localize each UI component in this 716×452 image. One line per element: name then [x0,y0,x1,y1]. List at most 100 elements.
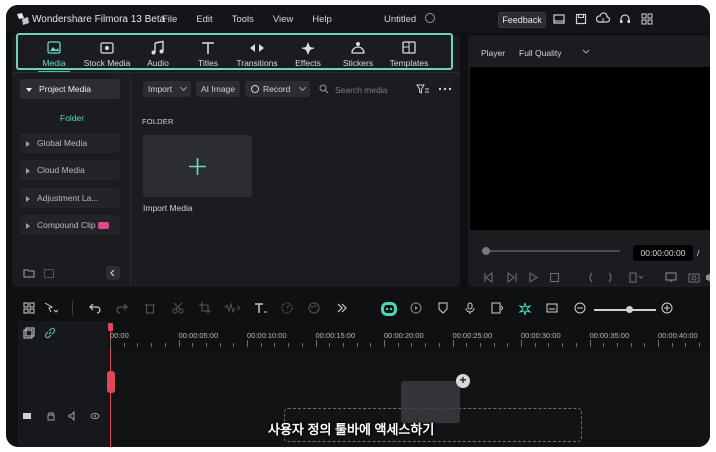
zoom-out-icon[interactable] [574,302,586,314]
new-folder-icon[interactable] [23,267,35,279]
redo-icon[interactable] [116,302,128,314]
speed-icon[interactable] [281,302,293,314]
sidebar-item-compound-clip[interactable]: Compound Clip [20,215,120,235]
layout-icon[interactable] [552,12,566,26]
subtitle-icon[interactable] [546,302,558,314]
audio-stretch-icon[interactable] [224,302,242,314]
import-dropdown[interactable]: Import [143,81,191,97]
menu-file[interactable]: File [162,14,177,25]
ai-mate-button[interactable] [381,302,397,316]
tab-media[interactable]: Media [32,37,76,73]
ruler-tick [425,343,427,347]
cloud-upload-icon[interactable] [596,12,610,26]
menu-help[interactable]: Help [312,14,332,25]
magnet-snap-icon[interactable] [518,302,532,316]
crop-icon[interactable] [199,302,211,314]
tab-templates[interactable]: Templates [384,37,434,70]
volume-icon[interactable] [706,272,710,283]
folder-outline-icon[interactable] [43,267,55,279]
headset-icon[interactable] [618,12,632,26]
track-header-panel [18,321,108,447]
sidebar-item-adjustment-layer[interactable]: Adjustment La... [20,188,120,208]
record-icon [251,85,259,93]
shield-mark-icon[interactable] [437,302,449,314]
stickers-icon [351,42,365,54]
ruler-tick [658,340,659,347]
play-icon[interactable] [528,272,539,283]
save-status-icon[interactable] [425,13,435,23]
panel-divider [12,72,460,73]
track-lock-icon[interactable] [46,411,56,421]
filter-icon[interactable] [416,84,430,94]
sidebar-item-project-media[interactable]: Project Media [20,79,120,99]
link-icon[interactable] [44,327,56,339]
mark-out-icon[interactable] [607,272,615,283]
snapshot-icon[interactable] [688,272,700,283]
scissors-icon[interactable] [172,302,184,314]
caret-down-icon [26,87,32,92]
color-palette-icon[interactable] [308,302,320,314]
zoom-in-icon[interactable] [661,302,673,314]
stock-media-icon [100,42,114,54]
skip-back-icon[interactable] [483,272,494,283]
add-track-icon[interactable] [23,327,35,339]
more-tools-chevron-icon[interactable] [336,302,348,314]
search-input[interactable]: Search media [335,85,387,95]
quality-dropdown[interactable]: Full Quality [519,48,562,58]
tab-stickers[interactable]: Stickers [336,37,380,70]
track-audio-icon[interactable] [68,411,78,421]
feedback-button[interactable]: Feedback [498,12,546,28]
tab-stock-media[interactable]: Stock Media [82,37,132,70]
clip-marker-icon[interactable] [629,272,645,283]
playhead-marker[interactable] [108,323,113,331]
chevron-left-icon [110,269,115,277]
scrubber-handle[interactable] [482,247,490,255]
ruler-tick-label: 00:00:25:00 [452,331,493,340]
grid-apps-icon[interactable] [640,12,654,26]
playback-scrubber[interactable] [482,250,620,252]
tab-effects[interactable]: Effects [288,37,328,70]
ruler-tick [315,340,317,347]
track-visibility-icon[interactable] [90,411,100,421]
ruler-tick [452,340,454,347]
ai-image-label: AI Image [201,84,236,94]
play-frame-icon[interactable] [506,272,517,283]
delete-icon[interactable] [144,302,156,314]
save-icon[interactable] [574,12,588,26]
render-play-icon[interactable] [410,302,422,314]
sidebar-item-label: Global Media [37,138,88,148]
sidebar-separator [130,77,131,285]
playhead-handle[interactable] [107,371,115,393]
ruler-tick [397,343,399,347]
video-preview[interactable] [470,67,710,230]
ai-image-button[interactable]: AI Image [196,81,240,97]
voiceover-track-icon[interactable] [491,302,503,314]
record-dropdown[interactable]: Record [245,81,310,97]
layout-grid-icon[interactable] [23,302,35,314]
menu-tools[interactable]: Tools [232,14,254,25]
zoom-slider-handle[interactable] [626,306,633,313]
zoom-slider[interactable] [594,309,656,311]
tab-audio[interactable]: Audio [138,37,178,70]
menu-edit[interactable]: Edit [196,14,212,25]
collapse-sidebar-button[interactable] [106,266,120,280]
microphone-icon[interactable] [464,302,476,314]
select-cursor-icon[interactable] [44,302,58,314]
ruler-tick [534,343,536,347]
sidebar-item-global-media[interactable]: Global Media [20,133,120,153]
text-tool-icon[interactable] [254,302,268,314]
import-media-tile[interactable] [143,135,252,197]
menu-view[interactable]: View [273,14,293,25]
display-icon[interactable] [665,272,677,283]
more-options-icon[interactable] [438,85,452,93]
sidebar-item-folder[interactable]: Folder [60,113,84,123]
tab-transitions[interactable]: Transitions [232,37,282,70]
undo-icon[interactable] [89,302,101,314]
robot-icon [384,305,394,313]
tab-titles[interactable]: Titles [188,37,228,70]
mark-in-icon[interactable] [586,272,594,283]
stop-icon[interactable] [549,272,560,283]
timecode-separator: / [697,248,700,258]
current-timecode: 00:00:00:00 [633,245,693,261]
sidebar-item-cloud-media[interactable]: Cloud Media [20,160,120,180]
